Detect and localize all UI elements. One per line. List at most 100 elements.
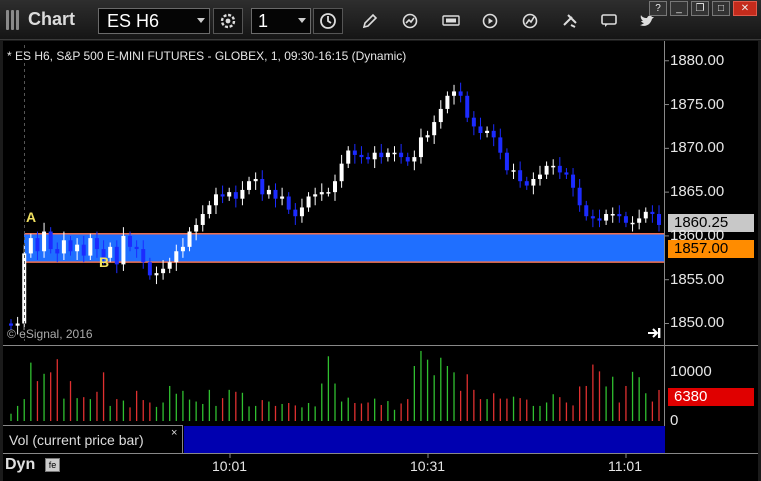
price-bar (306, 192, 311, 212)
chart-header: * ES H6, S&P 500 E-MINI FUTURES - GLOBEX… (7, 49, 407, 63)
price-bar-body (247, 181, 252, 190)
price-bar-body (299, 207, 304, 217)
settings-button[interactable] (213, 8, 243, 34)
refresh-button[interactable] (399, 10, 421, 32)
help-button[interactable]: ? (649, 1, 667, 16)
price-bar-body (432, 122, 437, 136)
price-bar (227, 187, 232, 201)
price-range-band (24, 233, 664, 263)
price-bar-body (147, 262, 152, 276)
chart-study-icon (522, 13, 538, 29)
price-bar (524, 176, 529, 190)
price-bar (610, 207, 615, 223)
price-bar (359, 146, 364, 164)
restore-button[interactable]: ❐ (691, 1, 709, 16)
jump-to-end-button[interactable] (646, 326, 662, 340)
price-bar-body (392, 152, 397, 155)
price-bar (200, 205, 205, 232)
price-bar-body (498, 137, 503, 153)
price-bar-body (630, 222, 635, 225)
price-bar (379, 143, 384, 164)
price-bar-body (518, 170, 523, 182)
price-bar-body (233, 192, 238, 199)
price-chart[interactable] (9, 82, 664, 335)
price-bar (405, 152, 410, 166)
price-bar-body (657, 214, 661, 225)
chart-canvas[interactable] (3, 41, 758, 481)
price-bar-body (293, 209, 298, 217)
price-bar-body (531, 178, 536, 186)
price-bar-body (359, 154, 364, 158)
tools-button[interactable] (559, 10, 581, 32)
price-bar (299, 198, 304, 223)
price-bar (551, 159, 556, 175)
price-bar-body (200, 214, 205, 225)
grip-icon[interactable] (6, 10, 22, 30)
marker-a: A (26, 209, 37, 225)
price-bar (564, 168, 569, 179)
price-bar-body (94, 238, 99, 250)
price-bar (247, 176, 252, 195)
price-bar (617, 205, 622, 223)
price-bar-body (306, 196, 311, 208)
price-bar-body (385, 152, 390, 158)
volume-axis-label: 10000 (670, 363, 712, 381)
price-bar-body (260, 178, 265, 195)
price-bar (333, 174, 337, 201)
symbol-selector[interactable]: ES H6 (98, 8, 210, 34)
price-bar-body (471, 117, 476, 127)
price-bar-body (253, 178, 258, 182)
price-bar-body (220, 194, 225, 197)
price-bar-body (121, 235, 126, 265)
price-bar (544, 161, 549, 179)
quote-button[interactable] (440, 10, 462, 32)
price-bar (392, 146, 397, 162)
chart-area[interactable]: * ES H6, S&P 500 E-MINI FUTURES - GLOBEX… (3, 41, 758, 481)
volume-panel-close-button[interactable]: × (171, 427, 177, 439)
price-bar-body (346, 150, 351, 164)
price-bar-body (35, 238, 40, 252)
price-bar (319, 183, 324, 201)
price-bar (452, 84, 457, 105)
price-bar (557, 157, 562, 179)
restore-icon: ❐ (695, 2, 705, 14)
copyright-text: © eSignal, 2016 (7, 327, 93, 341)
price-bar-body (524, 181, 529, 186)
price-bar-body (511, 170, 516, 172)
close-button[interactable]: ✕ (733, 1, 757, 16)
price-bar (366, 152, 371, 164)
price-bar-body (352, 150, 357, 155)
price-bar-body (75, 244, 80, 252)
price-bar (207, 200, 212, 219)
price-bar (584, 200, 589, 221)
price-bar (339, 154, 344, 188)
interval-selector[interactable]: 1 (251, 8, 311, 34)
title-bar: Chart ES H6 1 ? _ ❐ □ ✕ (0, 0, 761, 40)
price-bar-body (68, 240, 73, 252)
price-bar (240, 181, 245, 206)
price-bar-body (134, 246, 139, 250)
price-bar (643, 207, 648, 223)
volume-panel-strip[interactable] (184, 426, 665, 453)
interval-settings-button[interactable] (313, 8, 343, 34)
price-bar-body (465, 95, 470, 118)
play-button[interactable] (479, 10, 501, 32)
chat-button[interactable] (598, 10, 620, 32)
price-bar-body (458, 91, 463, 96)
study-button[interactable] (519, 10, 541, 32)
price-bar-body (55, 249, 60, 254)
price-bar (260, 170, 265, 201)
status-mode-icon[interactable]: fe (45, 458, 60, 472)
draw-button[interactable] (359, 10, 381, 32)
price-bar-body (333, 181, 337, 193)
price-bar-body (154, 273, 159, 276)
maximize-button[interactable]: □ (712, 1, 730, 16)
volume-chart[interactable] (10, 350, 660, 421)
price-bar (412, 150, 417, 171)
price-bar (657, 205, 661, 232)
price-bar-body (9, 323, 13, 326)
volume-panel-label[interactable]: Vol (current price bar) (3, 425, 183, 453)
price-bar (425, 130, 430, 142)
minimize-button[interactable]: _ (670, 1, 688, 16)
play-icon (482, 13, 498, 29)
